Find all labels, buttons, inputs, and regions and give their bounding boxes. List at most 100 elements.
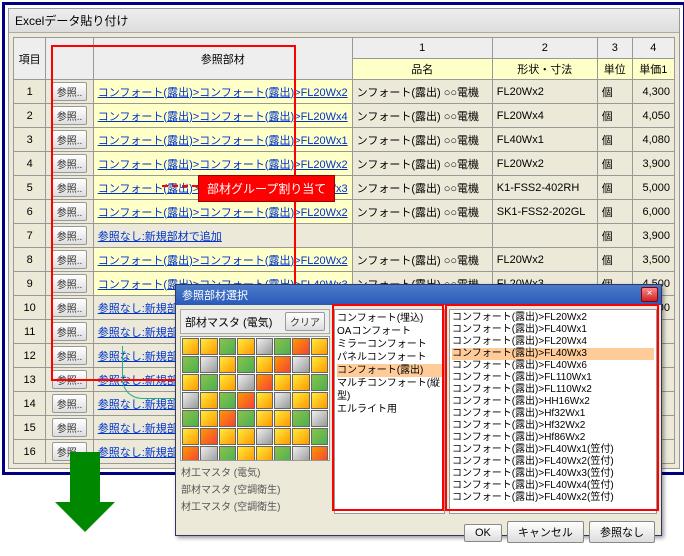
cell-unit: 個 xyxy=(597,200,632,224)
palette-icon[interactable] xyxy=(182,410,199,427)
palette-icon[interactable] xyxy=(274,356,291,373)
palette-icon[interactable] xyxy=(274,392,291,409)
palette-icon[interactable] xyxy=(182,428,199,445)
palette-icon[interactable] xyxy=(200,428,217,445)
cell-price: 4,300 xyxy=(632,80,674,104)
palette-icon[interactable] xyxy=(274,374,291,391)
cell-name: ンフォート(露出) ○○電機 xyxy=(352,152,492,176)
row-num: 15 xyxy=(14,416,46,440)
palette-icon[interactable] xyxy=(237,338,254,355)
palette-icon[interactable] xyxy=(200,374,217,391)
palette-icon[interactable] xyxy=(237,356,254,373)
palette-icon[interactable] xyxy=(311,374,328,391)
palette-icon[interactable] xyxy=(219,338,236,355)
row-num: 1 xyxy=(14,80,46,104)
cell-dim: K1-FSS2-402RH xyxy=(492,176,597,200)
palette-icon[interactable] xyxy=(200,392,217,409)
palette-icon[interactable] xyxy=(311,446,328,461)
dialog-title: 参照部材選択 xyxy=(182,290,248,302)
palette-icon[interactable] xyxy=(256,374,273,391)
col-item: 項目 xyxy=(14,38,46,80)
palette-icon[interactable] xyxy=(274,446,291,461)
clear-button[interactable]: クリア xyxy=(285,312,325,331)
palette-icon[interactable] xyxy=(219,428,236,445)
palette-icon[interactable] xyxy=(256,392,273,409)
palette-icon[interactable] xyxy=(182,446,199,461)
palette-icon[interactable] xyxy=(311,356,328,373)
palette-icon[interactable] xyxy=(292,392,309,409)
palette-icon[interactable] xyxy=(182,338,199,355)
palette-icon[interactable] xyxy=(219,374,236,391)
cancel-button[interactable]: キャンセル xyxy=(507,521,584,543)
row-num: 6 xyxy=(14,200,46,224)
master-foot-item[interactable]: 材工マスタ (電気) xyxy=(180,463,330,480)
palette-icon[interactable] xyxy=(292,374,309,391)
palette-icon[interactable] xyxy=(237,410,254,427)
master-foot: 材工マスタ (電気)部材マスタ (空調衛生)材工マスタ (空調衛生) xyxy=(180,463,330,514)
palette-icon[interactable] xyxy=(311,392,328,409)
palette-icon[interactable] xyxy=(200,410,217,427)
row-num: 2 xyxy=(14,104,46,128)
palette-icon[interactable] xyxy=(200,356,217,373)
cell-price: 5,000 xyxy=(632,176,674,200)
palette-icon[interactable] xyxy=(256,446,273,461)
palette-icon[interactable] xyxy=(219,410,236,427)
row-num: 9 xyxy=(14,272,46,296)
palette-icon[interactable] xyxy=(200,446,217,461)
cell-dim: FL20Wx2 xyxy=(492,80,597,104)
palette-icon[interactable] xyxy=(182,356,199,373)
palette-icon[interactable] xyxy=(311,338,328,355)
palette-icon[interactable] xyxy=(274,428,291,445)
palette-icon[interactable] xyxy=(237,392,254,409)
palette-icon[interactable] xyxy=(256,338,273,355)
master-label: 部材マスタ (電気) xyxy=(185,314,272,330)
palette-icon[interactable] xyxy=(292,446,309,461)
master-foot-item[interactable]: 部材マスタ (空調衛生) xyxy=(180,480,330,497)
ref-button[interactable]: 参照.. xyxy=(52,418,88,437)
master-foot-item[interactable]: 材工マスタ (空調衛生) xyxy=(180,497,330,514)
cell-unit: 個 xyxy=(597,80,632,104)
cell-dim: FL20Wx2 xyxy=(492,152,597,176)
cell-dim: FL20Wx4 xyxy=(492,104,597,128)
palette-icon[interactable] xyxy=(200,338,217,355)
palette-icon[interactable] xyxy=(292,338,309,355)
palette-icon[interactable] xyxy=(292,410,309,427)
palette-icon[interactable] xyxy=(311,428,328,445)
cell-price: 6,000 xyxy=(632,200,674,224)
palette-icon[interactable] xyxy=(256,428,273,445)
palette-icon[interactable] xyxy=(256,356,273,373)
noref-button[interactable]: 参照なし xyxy=(589,521,655,543)
down-arrow-icon xyxy=(70,452,115,532)
palette-icon[interactable] xyxy=(219,446,236,461)
palette-icon[interactable] xyxy=(274,338,291,355)
palette-icon[interactable] xyxy=(274,410,291,427)
palette-icon[interactable] xyxy=(311,410,328,427)
palette-icon[interactable] xyxy=(219,356,236,373)
redbox-list xyxy=(445,304,659,511)
ref-button[interactable]: 参照.. xyxy=(52,394,88,413)
ok-button[interactable]: OK xyxy=(464,524,502,542)
icon-palette[interactable] xyxy=(180,336,330,461)
close-icon[interactable]: × xyxy=(641,287,658,302)
col-1: 1 xyxy=(352,38,492,59)
palette-icon[interactable] xyxy=(237,428,254,445)
row-num: 14 xyxy=(14,392,46,416)
palette-icon[interactable] xyxy=(292,356,309,373)
row-num: 11 xyxy=(14,320,46,344)
row-num: 13 xyxy=(14,368,46,392)
row-num: 12 xyxy=(14,344,46,368)
col-unit: 単位 xyxy=(597,59,632,80)
palette-icon[interactable] xyxy=(237,374,254,391)
palette-icon[interactable] xyxy=(256,410,273,427)
cell-name: ンフォート(露出) ○○電機 xyxy=(352,104,492,128)
row-num: 5 xyxy=(14,176,46,200)
cell-name: ンフォート(露出) ○○電機 xyxy=(352,176,492,200)
palette-icon[interactable] xyxy=(237,446,254,461)
palette-icon[interactable] xyxy=(182,392,199,409)
cell-price: 4,050 xyxy=(632,104,674,128)
palette-icon[interactable] xyxy=(219,392,236,409)
cell-price: 3,900 xyxy=(632,152,674,176)
palette-icon[interactable] xyxy=(292,428,309,445)
palette-icon[interactable] xyxy=(182,374,199,391)
cell-unit: 個 xyxy=(597,128,632,152)
